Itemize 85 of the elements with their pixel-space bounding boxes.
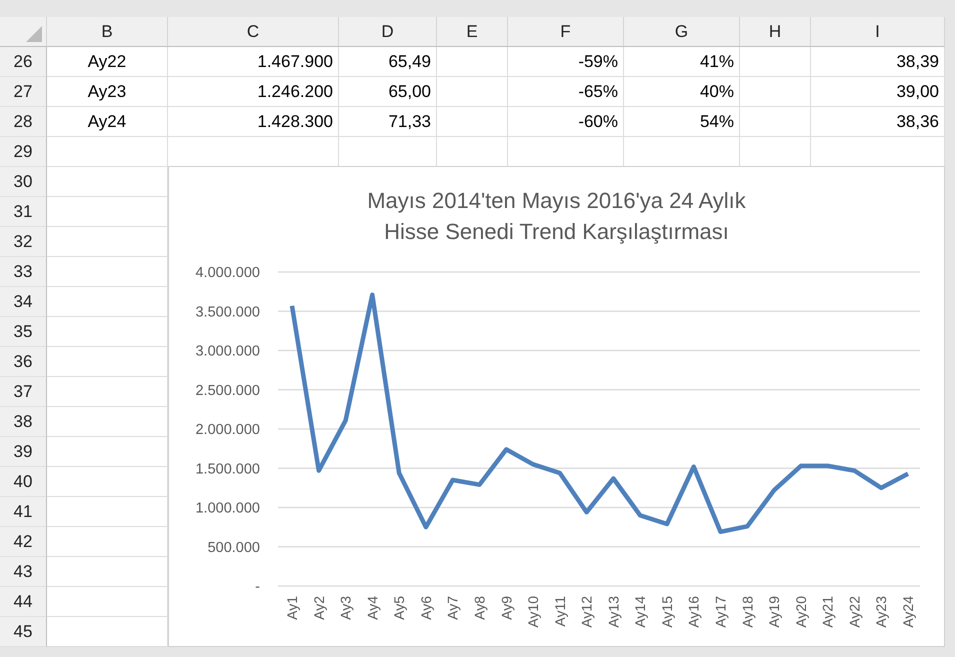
row-header[interactable]: 27 (0, 77, 47, 107)
row-header[interactable]: 44 (0, 587, 47, 617)
row-header[interactable]: 32 (0, 227, 47, 257)
axis-tick-label: 3.500.000 (195, 304, 260, 320)
empty-cell (740, 77, 811, 107)
row-header[interactable]: 39 (0, 437, 47, 467)
axis-tick-label: Ay4 (364, 596, 380, 620)
column-header[interactable]: C (168, 17, 339, 47)
table-cell: -59% (508, 47, 624, 77)
axis-tick-label: Ay8 (471, 596, 488, 620)
axis-tick-label: Ay13 (605, 596, 622, 628)
axis-tick-label: Ay1 (284, 596, 300, 620)
row-header[interactable]: 42 (0, 527, 47, 557)
axis-tick-label: Ay23 (873, 596, 890, 628)
axis-tick-label: Ay16 (686, 596, 702, 628)
axis-tick-label: Ay21 (820, 596, 836, 628)
row-header[interactable]: 26 (0, 47, 47, 77)
row-header[interactable]: 34 (0, 287, 47, 317)
table-cell: -65% (508, 77, 624, 107)
row-header[interactable]: 45 (0, 617, 47, 647)
axis-tick-label: Ay11 (552, 596, 568, 627)
axis-tick-label: Ay12 (578, 596, 595, 628)
row-header[interactable]: 40 (0, 467, 47, 497)
axis-tick-label: Ay14 (632, 596, 648, 628)
chart-area[interactable] (168, 166, 945, 647)
column-header[interactable]: H (740, 17, 811, 47)
table-cell: Ay23 (47, 77, 168, 107)
column-header[interactable]: D (339, 17, 437, 47)
column-header[interactable]: E (437, 17, 508, 47)
axis-tick-label: Ay9 (498, 596, 514, 620)
chart-title: Mayıs 2014'ten Mayıs 2016'ya 24 Aylık Hisse Senedi Trend Karşılaştırması (366, 187, 747, 246)
axis-tick-label: Ay15 (658, 596, 675, 628)
row-header[interactable]: 30 (0, 167, 47, 197)
axis-tick-label: Ay22 (846, 596, 862, 628)
row-header[interactable]: 36 (0, 347, 47, 377)
axis-tick-label: - (255, 579, 260, 595)
table-cell: 1.246.200 (168, 77, 339, 107)
axis-tick-label: 2.500.000 (195, 382, 260, 399)
row-header[interactable]: 29 (0, 137, 47, 167)
row-header[interactable]: 31 (0, 197, 47, 227)
axis-tick-label: Ay19 (766, 596, 782, 628)
column-header[interactable]: B (47, 17, 168, 47)
row-header[interactable]: 35 (0, 317, 47, 347)
table-cell: Ay22 (47, 47, 168, 77)
table-cell: Ay24 (47, 107, 168, 137)
axis-tick-label: Ay5 (391, 596, 408, 620)
column-header[interactable]: F (508, 17, 624, 47)
axis-tick-label: 2.000.000 (195, 422, 260, 438)
row-header[interactable]: 41 (0, 497, 47, 527)
axis-tick-label: Ay20 (792, 596, 809, 628)
table-cell: 1.467.900 (168, 47, 339, 77)
table-cell: 1.428.300 (168, 107, 339, 137)
empty-cell (437, 77, 508, 107)
row-header[interactable]: 43 (0, 557, 47, 587)
axis-tick-label: Ay24 (900, 596, 916, 628)
table-cell: 38,36 (811, 107, 945, 137)
row-header[interactable]: 33 (0, 257, 47, 287)
column-header[interactable]: I (811, 17, 945, 47)
table-cell: 65,00 (339, 77, 437, 107)
axis-tick-label: 500.000 (208, 540, 260, 556)
table-cell: 39,00 (811, 77, 945, 107)
axis-tick-label: Ay6 (418, 596, 434, 620)
row-header[interactable]: 37 (0, 377, 47, 407)
table-cell: -60% (508, 107, 624, 137)
row-header[interactable]: 38 (0, 407, 47, 437)
axis-tick-label: Ay2 (310, 596, 327, 620)
row-header[interactable]: 28 (0, 107, 47, 137)
axis-tick-label: 1.500.000 (195, 461, 260, 478)
axis-tick-label: Ay18 (739, 596, 756, 628)
table-cell: 41% (624, 47, 740, 77)
table-cell: 38,39 (811, 47, 945, 77)
table-cell: 40% (624, 77, 740, 107)
axis-tick-label: Ay7 (444, 596, 461, 620)
empty-cell (740, 47, 811, 77)
table-cell: 71,33 (339, 107, 437, 137)
axis-tick-label: Ay3 (338, 596, 354, 620)
axis-tick-label: Ay17 (712, 596, 729, 628)
column-header[interactable]: G (624, 17, 740, 47)
empty-cell (437, 47, 508, 77)
axis-tick-label: 4.000.000 (195, 265, 260, 281)
axis-tick-label: 1.000.000 (195, 500, 260, 516)
axis-tick-label: 3.000.000 (195, 344, 260, 360)
axis-tick-label: Ay10 (525, 596, 542, 628)
table-cell: 54% (624, 107, 740, 137)
table-cell: 65,49 (339, 47, 437, 77)
